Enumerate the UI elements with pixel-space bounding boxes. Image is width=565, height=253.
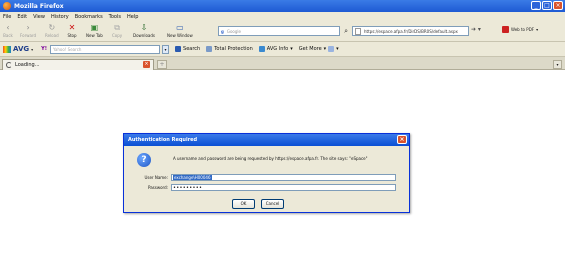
new-window-button[interactable]: ▭ New Window bbox=[167, 23, 193, 38]
chevron-down-icon: ▾ bbox=[536, 27, 539, 32]
avg-toolbar: AVG ▾ Y! Yahoo! Search ▾ Search Total Pr… bbox=[0, 42, 565, 57]
username-field[interactable]: exchange\H00046 bbox=[171, 174, 396, 181]
menu-history[interactable]: History bbox=[51, 14, 69, 20]
search-icon bbox=[175, 46, 182, 52]
shield-icon bbox=[206, 46, 213, 52]
url-bar[interactable]: https://espace.afpa.fr/DirDS/BR0S/defaul… bbox=[352, 26, 469, 36]
web-to-pdf-button[interactable]: Web to PDF ▾ bbox=[502, 26, 538, 33]
firefox-icon bbox=[3, 2, 11, 10]
password-row: Password: ••••••••• bbox=[131, 184, 396, 191]
avg-logo[interactable]: AVG ▾ bbox=[3, 45, 33, 53]
question-icon: ? bbox=[137, 153, 151, 167]
chevron-down-icon: ▾ bbox=[336, 46, 339, 52]
copy-icon: ⧉ bbox=[114, 23, 120, 32]
yahoo-search-input[interactable]: Yahoo! Search bbox=[50, 44, 161, 54]
new-tab-plus-button[interactable]: + bbox=[157, 60, 167, 69]
avg-logo-icon bbox=[3, 45, 11, 53]
go-arrow-icon[interactable]: ➜ ▾ bbox=[471, 26, 481, 33]
password-mask: ••••••••• bbox=[173, 184, 203, 191]
window-controls: _ □ × bbox=[531, 1, 563, 10]
stop-icon: ✕ bbox=[68, 23, 76, 32]
new-tab-icon: ▣ bbox=[90, 23, 99, 32]
authentication-dialog: Authentication Required × ? A username a… bbox=[123, 133, 410, 213]
downloads-icon: ⇩ bbox=[140, 23, 148, 32]
menu-view[interactable]: View bbox=[33, 14, 45, 20]
close-tab-icon[interactable]: × bbox=[143, 61, 150, 68]
tab-list-button[interactable]: ▾ bbox=[553, 60, 562, 69]
menu-file[interactable]: File bbox=[3, 14, 11, 20]
forward-button[interactable]: › Forward bbox=[20, 23, 36, 38]
search-icon[interactable]: ⌕ bbox=[344, 27, 348, 36]
dialog-message: A username and password are being reques… bbox=[173, 156, 368, 161]
back-button[interactable]: ‹ Back bbox=[3, 23, 13, 38]
search-input[interactable]: g Google ⌕ bbox=[218, 26, 348, 36]
google-icon: g bbox=[221, 28, 224, 34]
tab-label: Loading... bbox=[15, 62, 40, 68]
menu-help[interactable]: Help bbox=[127, 14, 138, 20]
chevron-down-icon: ▾ bbox=[290, 46, 293, 52]
ok-button[interactable]: OK bbox=[232, 199, 255, 209]
total-protection-button[interactable]: Total Protection bbox=[206, 46, 253, 52]
username-label: User Name: bbox=[144, 175, 168, 180]
window-title: Mozilla Firefox bbox=[14, 2, 64, 10]
back-arrow-icon: ‹ bbox=[6, 23, 10, 32]
menu-tools[interactable]: Tools bbox=[109, 14, 121, 20]
downloads-button[interactable]: ⇩ Downloads bbox=[133, 23, 155, 38]
dialog-title: Authentication Required bbox=[128, 137, 198, 143]
tab-bar: Loading... × + ▾ bbox=[0, 57, 565, 70]
new-tab-button[interactable]: ▣ New Tab bbox=[86, 23, 103, 38]
password-label: Password: bbox=[147, 185, 168, 190]
dialog-titlebar: Authentication Required × bbox=[124, 134, 409, 146]
info-icon bbox=[258, 46, 265, 52]
search-dropdown-button[interactable]: ▾ bbox=[162, 44, 170, 54]
chevron-down-icon: ▾ bbox=[31, 46, 34, 52]
password-field[interactable]: ••••••••• bbox=[171, 184, 396, 191]
pdf-icon bbox=[502, 26, 509, 33]
menu-bookmarks[interactable]: Bookmarks bbox=[75, 14, 103, 20]
avg-search-button[interactable]: Search bbox=[175, 46, 200, 52]
tab-loading[interactable]: Loading... × bbox=[2, 59, 154, 70]
reload-icon: ↻ bbox=[48, 23, 56, 32]
minimize-button[interactable]: _ bbox=[531, 1, 541, 10]
reload-button[interactable]: ↻ Reload bbox=[45, 23, 59, 38]
username-row: User Name: exchange\H00046 bbox=[131, 174, 396, 181]
copy-button[interactable]: ⧉ Copy bbox=[112, 23, 122, 38]
new-window-icon: ▭ bbox=[176, 23, 184, 32]
window-titlebar: Mozilla Firefox _ □ × bbox=[0, 0, 565, 12]
username-value: exchange\H00046 bbox=[173, 175, 212, 180]
menu-edit[interactable]: Edit bbox=[17, 14, 27, 20]
page-icon bbox=[355, 27, 361, 35]
loading-spinner-icon bbox=[6, 62, 12, 68]
avg-info-button[interactable]: AVG Info ▾ bbox=[258, 46, 293, 52]
get-more-button[interactable]: Get More ▾ ▾ bbox=[299, 46, 339, 52]
close-window-button[interactable]: × bbox=[553, 1, 563, 10]
forward-arrow-icon: › bbox=[26, 23, 30, 32]
dialog-close-button[interactable]: × bbox=[397, 135, 407, 144]
menu-bar: File Edit View History Bookmarks Tools H… bbox=[0, 12, 565, 21]
chevron-down-icon: ▾ bbox=[323, 46, 327, 52]
extension-icon bbox=[328, 46, 335, 52]
cancel-button[interactable]: Cancel bbox=[261, 199, 284, 209]
stop-button[interactable]: ✕ Stop bbox=[67, 23, 77, 38]
yahoo-logo[interactable]: Y! bbox=[41, 46, 47, 52]
url-text: https://espace.afpa.fr/DirDS/BR0S/defaul… bbox=[364, 28, 458, 34]
navigation-toolbar: ‹ Back › Forward ↻ Reload ✕ Stop ▣ New T… bbox=[0, 21, 565, 42]
maximize-button[interactable]: □ bbox=[542, 1, 552, 10]
